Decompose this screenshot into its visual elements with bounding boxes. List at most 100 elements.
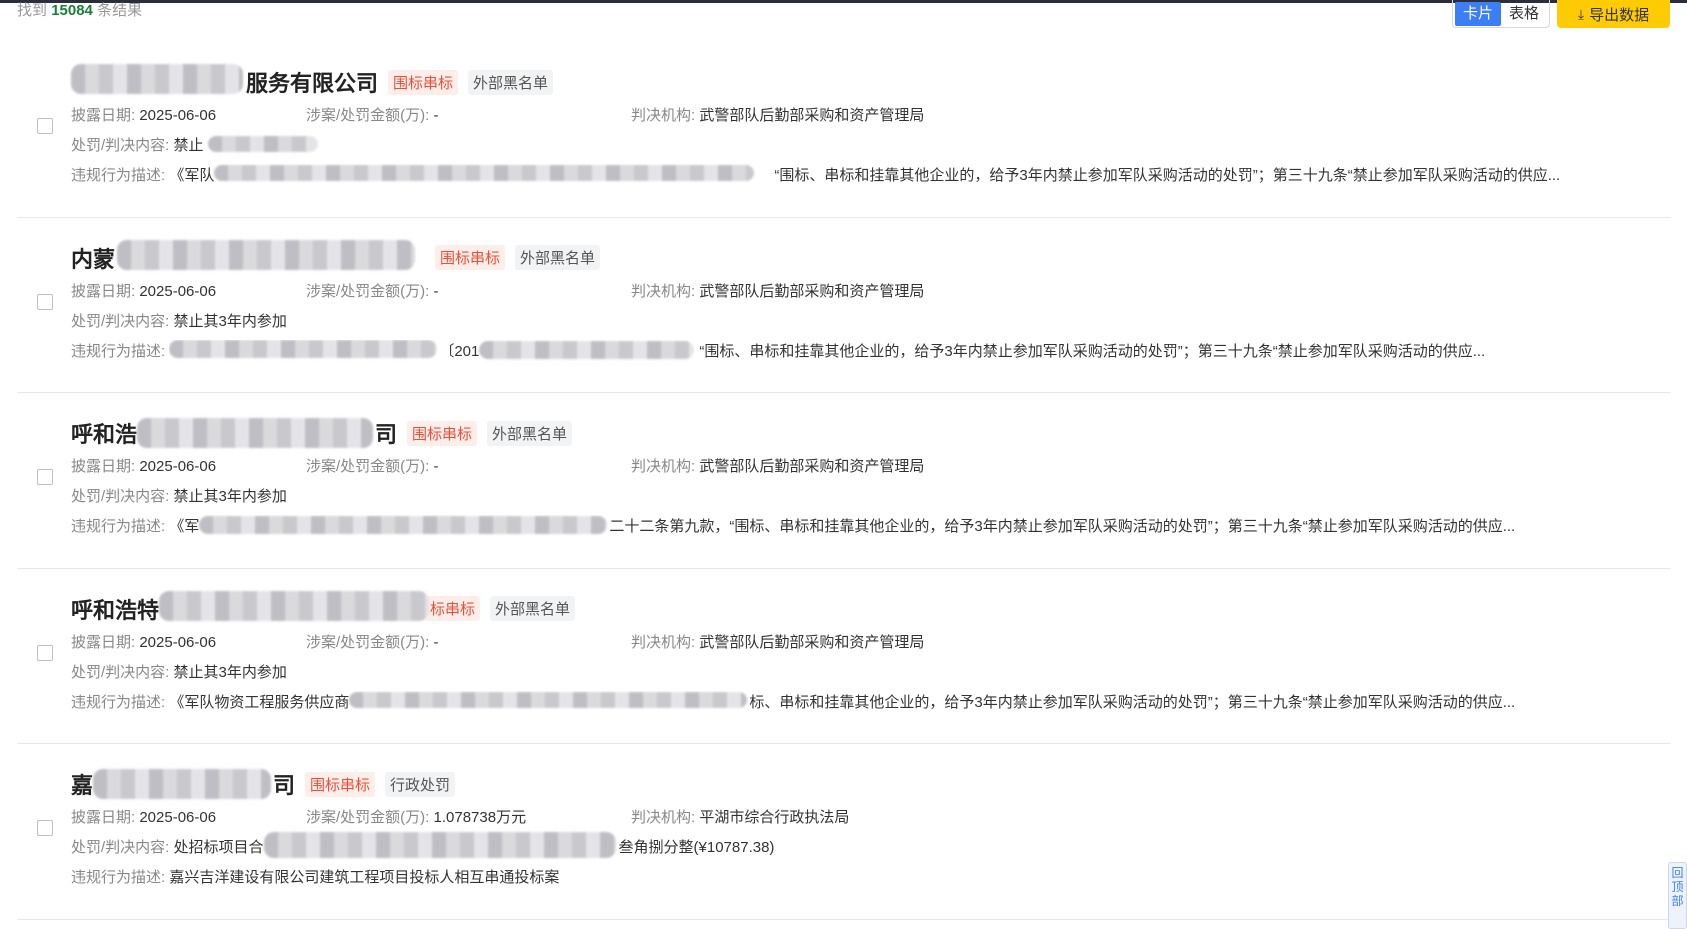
disclosure-date: 2025-06-06 [139,633,217,651]
authority-label: 判决机构: [631,458,696,475]
penalty-text: 处招标项目合 [173,839,264,856]
company-name-text: 内蒙 [71,246,116,272]
redaction-blur [71,64,243,94]
violation-label: 违规行为描述: [71,869,166,886]
row-checkbox[interactable] [37,118,53,134]
record-title-row: 呼和浩特 标串标 外部黑名单 [71,590,576,625]
company-name[interactable]: 呼和浩 司 [71,417,397,449]
penalty-content: 处招标项目合 叁角捌分整(¥10787.38) [173,832,775,858]
view-card-button[interactable]: 卡片 [1455,1,1502,26]
redaction-blur [349,691,748,708]
row-checkbox[interactable] [37,469,53,485]
violation-text-end: 标、串标和挂靠其他企业的，给予3年内禁止参加军队采购活动的处罚”；第三十九条“禁… [749,693,1516,711]
record-title-row: 服务有限公司 围标串标 外部黑名单 [71,64,554,98]
penalty-label: 处罚/判决内容: [71,839,170,856]
judging-authority: 武警部队后勤部采购和资产管理局 [699,633,925,651]
penalty-amount: - [433,458,439,475]
amount-label: 涉案/处罚金额(万): [306,458,430,475]
record-title-row: 呼和浩 司 围标串标 外部黑名单 [71,417,573,449]
row-checkbox[interactable] [37,644,53,661]
summary-prefix: 找到 [17,2,48,19]
penalty-amount: - [433,633,439,651]
meta-row: 披露日期: 2025-06-06 涉案/处罚金额(万): - 判决机构: 武警部… [71,631,924,652]
penalty-text-end: 叁角捌分整(¥10787.38) [618,839,775,856]
penalty-amount: 1.078738万元 [433,809,527,826]
redaction-blur [117,239,415,270]
penalty-amount: - [433,107,439,124]
redaction-blur [93,769,272,799]
date-label: 披露日期: [71,282,136,300]
redaction-blur [207,136,318,152]
penalty-label: 处罚/判决内容: [71,663,170,681]
penalty-content: 禁止其3年内参加 [173,663,287,681]
list-item: 服务有限公司 围标串标 外部黑名单 披露日期: 2025-06-06 涉案/处罚… [17,42,1671,218]
company-name[interactable]: 嘉司 [71,768,295,800]
penalty-text: 禁止 [173,137,204,154]
disclosure-date: 2025-06-06 [139,282,217,300]
company-name-text: 服务有限公司 [246,71,379,96]
authority-label: 判决机构: [631,809,696,826]
penalty-row: 处罚/判决内容: 禁止其3年内参加 [71,661,287,682]
violation-row: 违规行为描述: 〔201 “围标、串标和挂靠其他企业的，给予3年内禁止参加军队采购… [71,339,1651,361]
violation-text-start: 《军队物资工程服务供应商 [169,693,350,711]
tag-source: 外部黑名单 [468,69,554,95]
violation-row: 违规行为描述: 嘉兴吉洋建设有限公司建筑工程项目投标人相互串通投标案 [71,866,1651,887]
view-toggle: 卡片 表格 [1452,0,1551,28]
meta-row: 披露日期: 2025-06-06 涉案/处罚金额(万): - 判决机构: 武警部… [71,455,924,476]
list-item: 呼和浩 司 围标串标 外部黑名单 披露日期: 2025-06-06 涉案/处罚金额… [17,393,1671,569]
penalty-label: 处罚/判决内容: [71,137,170,154]
violation-label: 违规行为描述: [71,167,166,184]
penalty-row: 处罚/判决内容: 禁止其3年内参加 [71,485,287,506]
violation-text-start: 《军 [169,518,200,535]
violation-text-end: “围标、串标和挂靠其他企业的，给予3年内禁止参加军队采购活动的处罚”；第三十九条… [699,342,1486,360]
amount-label: 涉案/处罚金额(万): [306,282,430,300]
row-checkbox[interactable] [37,293,53,310]
disclosure-date: 2025-06-06 [139,809,217,826]
company-name-text: 嘉 [71,773,94,798]
violation-text-start: 《军队 [169,167,215,184]
meta-row: 披露日期: 2025-06-06 涉案/处罚金额(万): - 判决机构: 武警部… [71,104,924,125]
company-name[interactable]: 服务有限公司 [71,64,379,98]
authority-label: 判决机构: [631,107,696,124]
back-to-top-button[interactable]: 回顶部 [1668,862,1687,929]
violation-description: 〔201 “围标、串标和挂靠其他企业的，给予3年内禁止参加军队采购活动的处罚”；第… [169,339,1637,361]
date-label: 披露日期: [71,458,136,475]
view-table-button[interactable]: 表格 [1501,2,1547,26]
redaction-blur [169,339,438,358]
violation-row: 违规行为描述: 《军 二十二条第九款，“围标、串标和挂靠其他企业的，给予3年内禁止… [71,515,1651,536]
result-list: 服务有限公司 围标串标 外部黑名单 披露日期: 2025-06-06 涉案/处罚… [17,42,1671,920]
penalty-row: 处罚/判决内容: 处招标项目合 叁角捌分整(¥10787.38) [71,832,775,858]
company-name[interactable]: 呼和浩特 [71,590,429,625]
violation-text-end: “围标、串标和挂靠其他企业的，给予3年内禁止参加军队采购活动的处罚”；第三十九条… [774,167,1561,184]
redaction-blur [479,340,695,359]
row-checkbox[interactable] [37,820,53,836]
tag-source: 外部黑名单 [515,245,601,270]
date-label: 披露日期: [71,633,136,651]
result-count: 15084 [51,2,93,19]
penalty-content: 禁止其3年内参加 [173,488,287,505]
record-title-row: 嘉司 围标串标 行政处罚 [71,768,456,800]
list-item: 嘉司 围标串标 行政处罚 披露日期: 2025-06-06 涉案/处罚金额(万)… [17,744,1671,920]
company-name-end: 司 [273,773,296,798]
authority-label: 判决机构: [631,282,696,300]
penalty-row: 处罚/判决内容: 禁止其3年内参加 [71,310,287,331]
date-label: 披露日期: [71,809,136,826]
summary-suffix: 条结果 [97,2,143,19]
violation-text-start: 〔201 [439,342,480,360]
list-item: 内蒙 围标串标 外部黑名单 披露日期: 2025-06-06 涉案/处罚金额(万… [17,218,1671,393]
penalty-content: 禁止其3年内参加 [173,312,287,330]
penalty-label: 处罚/判决内容: [71,488,170,505]
violation-description: 《军 二十二条第九款，“围标、串标和挂靠其他企业的，给予3年内禁止参加军队采购活动… [169,515,1637,536]
meta-row: 披露日期: 2025-06-06 涉案/处罚金额(万): - 判决机构: 武警部… [71,280,924,301]
disclosure-date: 2025-06-06 [139,107,217,124]
meta-row: 披露日期: 2025-06-06 涉案/处罚金额(万): 1.078738万元 … [71,806,849,827]
penalty-amount: - [433,282,439,300]
download-icon: ⤓ [1577,5,1585,22]
company-name[interactable]: 内蒙 [71,239,425,274]
violation-label: 违规行为描述: [71,693,166,711]
violation-label: 违规行为描述: [71,518,166,535]
penalty-label: 处罚/判决内容: [71,312,170,330]
authority-label: 判决机构: [631,633,696,651]
judging-authority: 武警部队后勤部采购和资产管理局 [699,107,925,124]
export-data-button[interactable]: ⤓ 导出数据 [1557,0,1670,28]
